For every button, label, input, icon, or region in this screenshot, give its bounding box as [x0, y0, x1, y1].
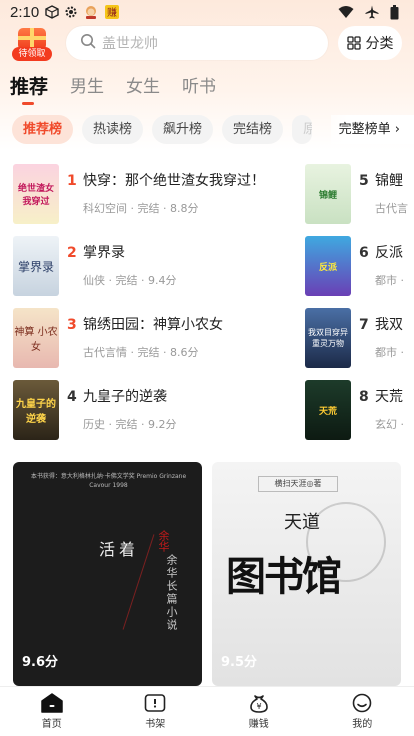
book-title: 掌界录 [83, 245, 125, 261]
status-bar: 2:10 赚 [0, 0, 414, 24]
book-meta: 仙侠 · 完结 · 9.4分 [83, 274, 177, 287]
book-score: 9.5分 [221, 655, 258, 670]
book-score: 9.6分 [22, 655, 59, 670]
book-cover: 我双目穿异 重灵万物 [305, 308, 351, 368]
book-title: 反派 [375, 245, 403, 261]
book-meta: 玄幻 · [375, 418, 404, 431]
list-item[interactable]: 九皇子的 逆袭 4 九皇子的逆袭 历史 · 完结 · 9.2分 [13, 380, 176, 442]
category-button[interactable]: 分类 [338, 26, 402, 60]
book-meta: 科幻空间 · 完结 · 8.8分 [83, 202, 199, 215]
wifi-icon [338, 5, 354, 19]
featured-book-card[interactable]: 横扫天涯◎著 天道 图书馆 9.5分 [212, 462, 401, 686]
list-item[interactable]: 掌界录 2 掌界录 仙侠 · 完结 · 9.4分 [13, 236, 176, 298]
nav-bookshelf-label: 书架 [145, 719, 166, 730]
gift-reward-button[interactable]: 待领取 [12, 26, 52, 62]
list-item[interactable]: 绝世渣女 我穿过 1 快穿：那个绝世渣女我穿过！ 科幻空间 · 完结 · 8.8分 [13, 164, 265, 226]
top-header: 待领取 盖世龙帅 分类 [0, 26, 414, 62]
settings-icon [64, 5, 78, 19]
nav-profile[interactable]: 我的 [311, 687, 414, 736]
battery-icon [390, 4, 399, 20]
rank-number: 2 [67, 245, 77, 261]
cover-author: 横扫天涯◎著 [258, 476, 338, 492]
profile-icon [352, 693, 372, 713]
rank-number: 6 [359, 245, 369, 261]
book-title: 锦鲤 [375, 173, 403, 189]
book-title: 我双 [375, 317, 403, 333]
cover-title: 活着 [99, 540, 140, 559]
money-bag-icon: ¥ [249, 695, 268, 713]
home-icon [41, 693, 63, 713]
bottom-nav: 首页 书架 ¥ 赚钱 我的 [0, 686, 414, 736]
book-meta: 都市 · [375, 274, 404, 287]
app-badge-icon: 赚 [104, 4, 120, 20]
rank-number: 5 [359, 173, 369, 189]
rank-number: 3 [67, 317, 77, 333]
grid-icon [346, 36, 361, 50]
book-cover: 反派 [305, 236, 351, 296]
airplane-icon [365, 5, 379, 19]
rank-number: 8 [359, 389, 369, 405]
chip-completed-rank[interactable]: 完结榜 [222, 115, 284, 144]
list-item[interactable]: 反派 6 反派 都市 · [305, 236, 404, 298]
cover-subtitle: 余华长篇小说 [165, 554, 178, 632]
book-meta: 都市 · [375, 346, 404, 359]
book-meta: 历史 · 完结 · 9.2分 [83, 418, 177, 431]
rank-number: 7 [359, 317, 369, 333]
nav-profile-label: 我的 [352, 719, 373, 730]
rank-number: 4 [67, 389, 77, 405]
tab-female[interactable]: 女生 [126, 72, 160, 106]
nav-home-label: 首页 [41, 719, 62, 730]
cover-small-title: 天道 [284, 512, 320, 533]
rank-number: 1 [67, 173, 77, 189]
book-title: 九皇子的逆袭 [83, 389, 167, 405]
book-cover: 绝世渣女 我穿过 [13, 164, 59, 224]
svg-text:¥: ¥ [256, 702, 261, 711]
status-time: 2:10 [10, 3, 40, 21]
ranking-list: 绝世渣女 我穿过 1 快穿：那个绝世渣女我穿过！ 科幻空间 · 完结 · 8.8分… [0, 158, 414, 448]
book-cover: 九皇子的 逆袭 [13, 380, 59, 440]
tab-audiobook[interactable]: 听书 [182, 72, 216, 106]
chip-partial[interactable]: 原 [292, 115, 313, 144]
search-placeholder: 盖世龙帅 [102, 36, 158, 52]
svg-text:赚: 赚 [107, 6, 117, 19]
list-item[interactable]: 神算 小农女 3 锦绣田园：神算小农女 古代言情 · 完结 · 8.6分 [13, 308, 223, 370]
list-item[interactable]: 天荒 8 天荒 玄幻 · [305, 380, 404, 442]
chip-rising-rank[interactable]: 飙升榜 [152, 115, 214, 144]
avatar-icon [83, 5, 99, 19]
bookshelf-icon [144, 694, 166, 712]
search-icon [80, 33, 96, 53]
nav-bookshelf[interactable]: 书架 [104, 687, 208, 736]
book-meta: 古代言情 · 完结 · 8.6分 [83, 346, 199, 359]
list-item[interactable]: 我双目穿异 重灵万物 7 我双 都市 · [305, 308, 404, 370]
list-item[interactable]: 锦鲤 5 锦鲤 古代言 [305, 164, 408, 226]
featured-cards: 本书获得：意大利格林扎纳·卡佛文学奖 Premio Grinzane Cavou… [13, 462, 414, 686]
book-cover: 天荒 [305, 380, 351, 440]
featured-book-card[interactable]: 本书获得：意大利格林扎纳·卡佛文学奖 Premio Grinzane Cavou… [13, 462, 202, 686]
chip-hot-read-rank[interactable]: 热读榜 [82, 115, 144, 144]
book-title: 天荒 [375, 389, 403, 405]
nav-home[interactable]: 首页 [0, 687, 104, 736]
book-title: 锦绣田园：神算小农女 [83, 317, 223, 333]
channel-tabs: 推荐 男生 女生 听书 [10, 72, 238, 106]
cover-title: 图书馆 [226, 553, 342, 600]
app-3d-icon [45, 5, 59, 19]
nav-earn[interactable]: ¥ 赚钱 [207, 687, 311, 736]
book-cover: 掌界录 [13, 236, 59, 296]
full-rank-link[interactable]: 完整榜单 › [330, 115, 414, 144]
rank-chip-row: 推荐榜 热读榜 飙升榜 完结榜 原 完整榜单 › [12, 115, 414, 145]
chip-recommend-rank[interactable]: 推荐榜 [12, 115, 74, 144]
gift-label: 待领取 [12, 47, 52, 61]
book-cover: 锦鲤 [305, 164, 351, 224]
tab-recommend[interactable]: 推荐 [10, 72, 48, 106]
category-label: 分类 [365, 36, 394, 52]
book-title: 快穿：那个绝世渣女我穿过！ [83, 173, 265, 189]
nav-earn-label: 赚钱 [248, 719, 269, 730]
cover-award-text: 本书获得：意大利格林扎纳·卡佛文学奖 Premio Grinzane Cavou… [30, 473, 187, 489]
search-input[interactable]: 盖世龙帅 [66, 26, 328, 60]
book-cover: 神算 小农女 [13, 308, 59, 368]
tab-male[interactable]: 男生 [70, 72, 104, 106]
cover-signature: 余华 [157, 530, 170, 552]
book-meta: 古代言 [375, 202, 408, 215]
